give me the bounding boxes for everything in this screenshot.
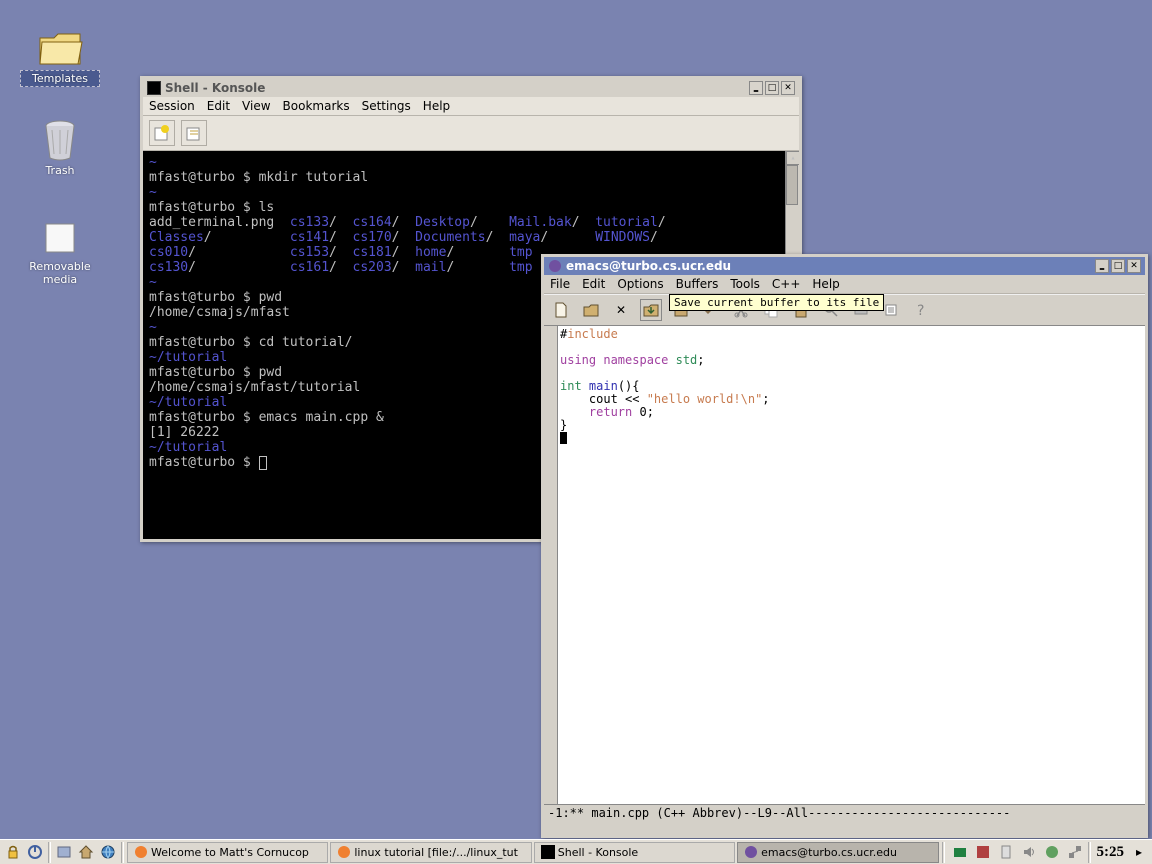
menu-file[interactable]: File [550, 277, 570, 291]
emacs-minibuffer[interactable] [544, 821, 1145, 835]
konsole-menubar: Session Edit View Bookmarks Settings Hel… [143, 97, 799, 116]
detach-button[interactable] [181, 120, 207, 146]
divider [942, 842, 945, 863]
desktop-label: Templates [20, 70, 100, 87]
open-file-button[interactable] [580, 299, 602, 321]
window-title: emacs@turbo.cs.ucr.edu [566, 259, 731, 273]
emacs-content[interactable]: #include using namespace std; int main()… [544, 326, 1145, 804]
emacs-modeline: -1:** main.cpp (C++ Abbrev)--L9--All----… [544, 804, 1145, 821]
emacs-window: emacs@turbo.cs.ucr.edu ‗ □ ✕ File Edit O… [541, 254, 1148, 838]
close-button[interactable]: ✕ [781, 81, 795, 95]
help-button[interactable]: ? [910, 299, 932, 321]
menu-bookmarks[interactable]: Bookmarks [283, 99, 350, 113]
code-area[interactable]: #include using namespace std; int main()… [558, 326, 1145, 804]
scroll-up-icon[interactable]: ▴ [786, 151, 799, 165]
klipper-icon[interactable] [995, 841, 1017, 863]
minimize-button[interactable]: ‗ [1095, 259, 1109, 273]
menu-edit[interactable]: Edit [207, 99, 230, 113]
menu-tools[interactable]: Tools [730, 277, 760, 291]
tooltip: Save current buffer to its file [669, 294, 884, 311]
maximize-button[interactable]: □ [1111, 259, 1125, 273]
svg-text:?: ? [917, 303, 924, 319]
emacs-icon [548, 259, 562, 273]
updates-icon[interactable] [1041, 841, 1063, 863]
folder-icon [36, 28, 84, 68]
lock-button[interactable] [2, 841, 24, 863]
close-file-button[interactable]: ✕ [610, 299, 632, 321]
volume-icon[interactable] [1018, 841, 1040, 863]
menu-help[interactable]: Help [423, 99, 450, 113]
task-emacs[interactable]: emacs@turbo.cs.ucr.edu [737, 842, 938, 863]
desktop-label: Removable media [20, 260, 100, 286]
menu-session[interactable]: Session [149, 99, 195, 113]
tray-icon[interactable] [972, 841, 994, 863]
minimize-button[interactable]: ‗ [749, 81, 763, 95]
divider [48, 842, 51, 863]
tray-icon[interactable] [949, 841, 971, 863]
konsole-titlebar[interactable]: Shell - Konsole ‗ □ ✕ [143, 79, 799, 97]
desktop-removable[interactable]: Removable media [20, 218, 100, 286]
menu-help[interactable]: Help [812, 277, 839, 291]
media-icon [40, 218, 80, 258]
window-title: Shell - Konsole [165, 81, 265, 95]
desktop-trash[interactable]: Trash [20, 118, 100, 177]
system-tray [949, 841, 1086, 863]
desktop-label: Trash [20, 164, 100, 177]
emacs-titlebar[interactable]: emacs@turbo.cs.ucr.edu ‗ □ ✕ [544, 257, 1145, 275]
divider [121, 842, 124, 863]
new-file-button[interactable] [550, 299, 572, 321]
new-tab-button[interactable] [149, 120, 175, 146]
scroll-thumb[interactable] [786, 165, 798, 205]
taskbar: Welcome to Matt's Cornucop linux tutoria… [0, 839, 1152, 864]
menu-settings[interactable]: Settings [362, 99, 411, 113]
show-desktop-button[interactable] [53, 841, 75, 863]
task-welcome[interactable]: Welcome to Matt's Cornucop [127, 842, 328, 863]
task-linux-tutorial[interactable]: linux tutorial [file:/.../linux_tut [330, 842, 531, 863]
clock[interactable]: 5:25 [1093, 844, 1129, 861]
close-button[interactable]: ✕ [1127, 259, 1141, 273]
menu-view[interactable]: View [242, 99, 270, 113]
save-button[interactable] [640, 299, 662, 321]
emacs-menubar: File Edit Options Buffers Tools C++ Help [544, 275, 1145, 294]
terminal-icon [147, 81, 161, 95]
browser-button[interactable] [97, 841, 119, 863]
logout-button[interactable] [24, 841, 46, 863]
menu-buffers[interactable]: Buffers [676, 277, 719, 291]
trash-icon [36, 118, 84, 162]
expand-button[interactable]: ▸ [1128, 841, 1150, 863]
task-konsole[interactable]: Shell - Konsole [534, 842, 735, 863]
konsole-toolbar [143, 116, 799, 151]
menu-edit[interactable]: Edit [582, 277, 605, 291]
divider [1088, 842, 1091, 863]
menu-options[interactable]: Options [617, 277, 663, 291]
desktop-templates[interactable]: Templates [20, 28, 100, 87]
home-button[interactable] [75, 841, 97, 863]
menu-cpp[interactable]: C++ [772, 277, 801, 291]
emacs-gutter [544, 326, 558, 804]
maximize-button[interactable]: □ [765, 81, 779, 95]
network-icon[interactable] [1064, 841, 1086, 863]
